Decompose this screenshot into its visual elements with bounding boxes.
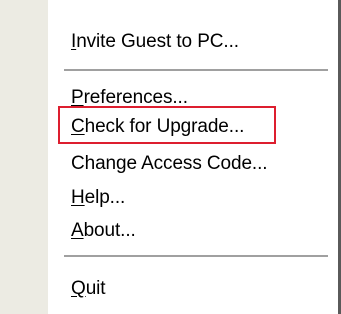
menu-item-invite-guest[interactable]: Invite Guest to PC... — [48, 24, 336, 60]
highlight-box — [58, 106, 276, 144]
menu-separator — [64, 255, 328, 257]
menu-separator — [64, 69, 328, 71]
menu-item-label: Help... — [71, 187, 126, 208]
menu-item-label: Invite Guest to PC... — [71, 31, 239, 52]
menu-item-change-access-code[interactable]: Change Access Code... — [48, 146, 336, 182]
menu-item-label: About... — [71, 220, 136, 241]
menu-item-label: Change Access Code... — [71, 153, 268, 174]
menu-item-help[interactable]: Help... — [48, 180, 336, 216]
context-menu: Invite Guest to PC... Preferences... Che… — [0, 0, 341, 314]
menu-icon-gutter — [0, 0, 48, 314]
menu-item-label: Quit — [71, 278, 106, 299]
menu-item-quit[interactable]: Quit — [48, 271, 336, 307]
menu-item-about[interactable]: About... — [48, 213, 336, 249]
